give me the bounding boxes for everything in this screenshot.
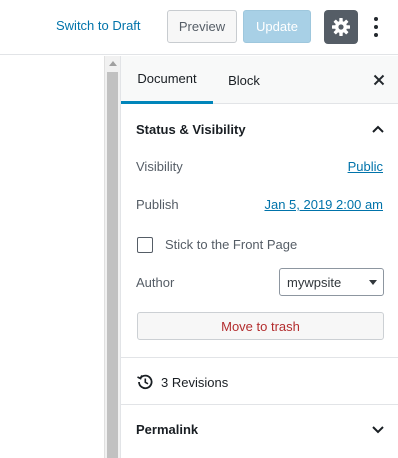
history-icon xyxy=(137,374,153,390)
sidebar-tabs: Document Block xyxy=(121,56,398,104)
more-vertical-icon-dot xyxy=(374,33,378,37)
sticky-checkbox-label[interactable]: Stick to the Front Page xyxy=(165,237,297,252)
permalink-title: Permalink xyxy=(136,421,199,437)
more-vertical-icon xyxy=(374,17,378,21)
permalink-panel-toggle[interactable]: Permalink xyxy=(121,405,398,453)
revisions-link[interactable]: 3 Revisions xyxy=(136,372,228,392)
sticky-checkbox[interactable] xyxy=(137,237,153,253)
chevron-up-icon xyxy=(372,125,384,133)
close-icon[interactable] xyxy=(371,72,387,88)
visibility-label: Visibility xyxy=(136,159,183,174)
settings-sidebar: Document Block Status & Visibility Visib… xyxy=(120,56,398,458)
chevron-down-icon xyxy=(372,426,384,434)
panel-divider xyxy=(121,357,398,358)
author-select-value: mywpsite xyxy=(287,274,342,290)
preview-button[interactable]: Preview xyxy=(167,10,237,43)
status-visibility-title: Status & Visibility xyxy=(136,121,246,137)
editor-header: Switch to Draft Preview Update xyxy=(0,0,398,55)
more-menu-button[interactable] xyxy=(366,12,386,42)
scroll-up-arrow-icon[interactable] xyxy=(109,61,117,66)
move-to-trash-button[interactable]: Move to trash xyxy=(137,312,384,340)
editor-scrollbar[interactable] xyxy=(104,56,120,458)
tab-document[interactable]: Document xyxy=(121,56,213,104)
gear-icon xyxy=(332,18,350,36)
update-button[interactable]: Update xyxy=(243,10,311,43)
editor-canvas[interactable] xyxy=(0,56,104,458)
settings-button[interactable] xyxy=(324,10,358,44)
tab-block[interactable]: Block xyxy=(221,56,267,104)
visibility-toggle-link[interactable]: Public xyxy=(348,159,383,174)
author-label: Author xyxy=(136,275,175,290)
revisions-label: 3 Revisions xyxy=(161,374,229,390)
publish-date-link[interactable]: Jan 5, 2019 2:00 am xyxy=(264,197,383,212)
status-visibility-panel-toggle[interactable]: Status & Visibility xyxy=(121,105,398,153)
switch-to-draft-link[interactable]: Switch to Draft xyxy=(56,17,141,35)
scrollbar-thumb[interactable] xyxy=(107,72,118,458)
more-vertical-icon-dot xyxy=(374,25,378,29)
publish-label: Publish xyxy=(136,197,179,212)
chevron-down-icon xyxy=(369,280,377,285)
author-select[interactable]: mywpsite xyxy=(279,268,384,296)
